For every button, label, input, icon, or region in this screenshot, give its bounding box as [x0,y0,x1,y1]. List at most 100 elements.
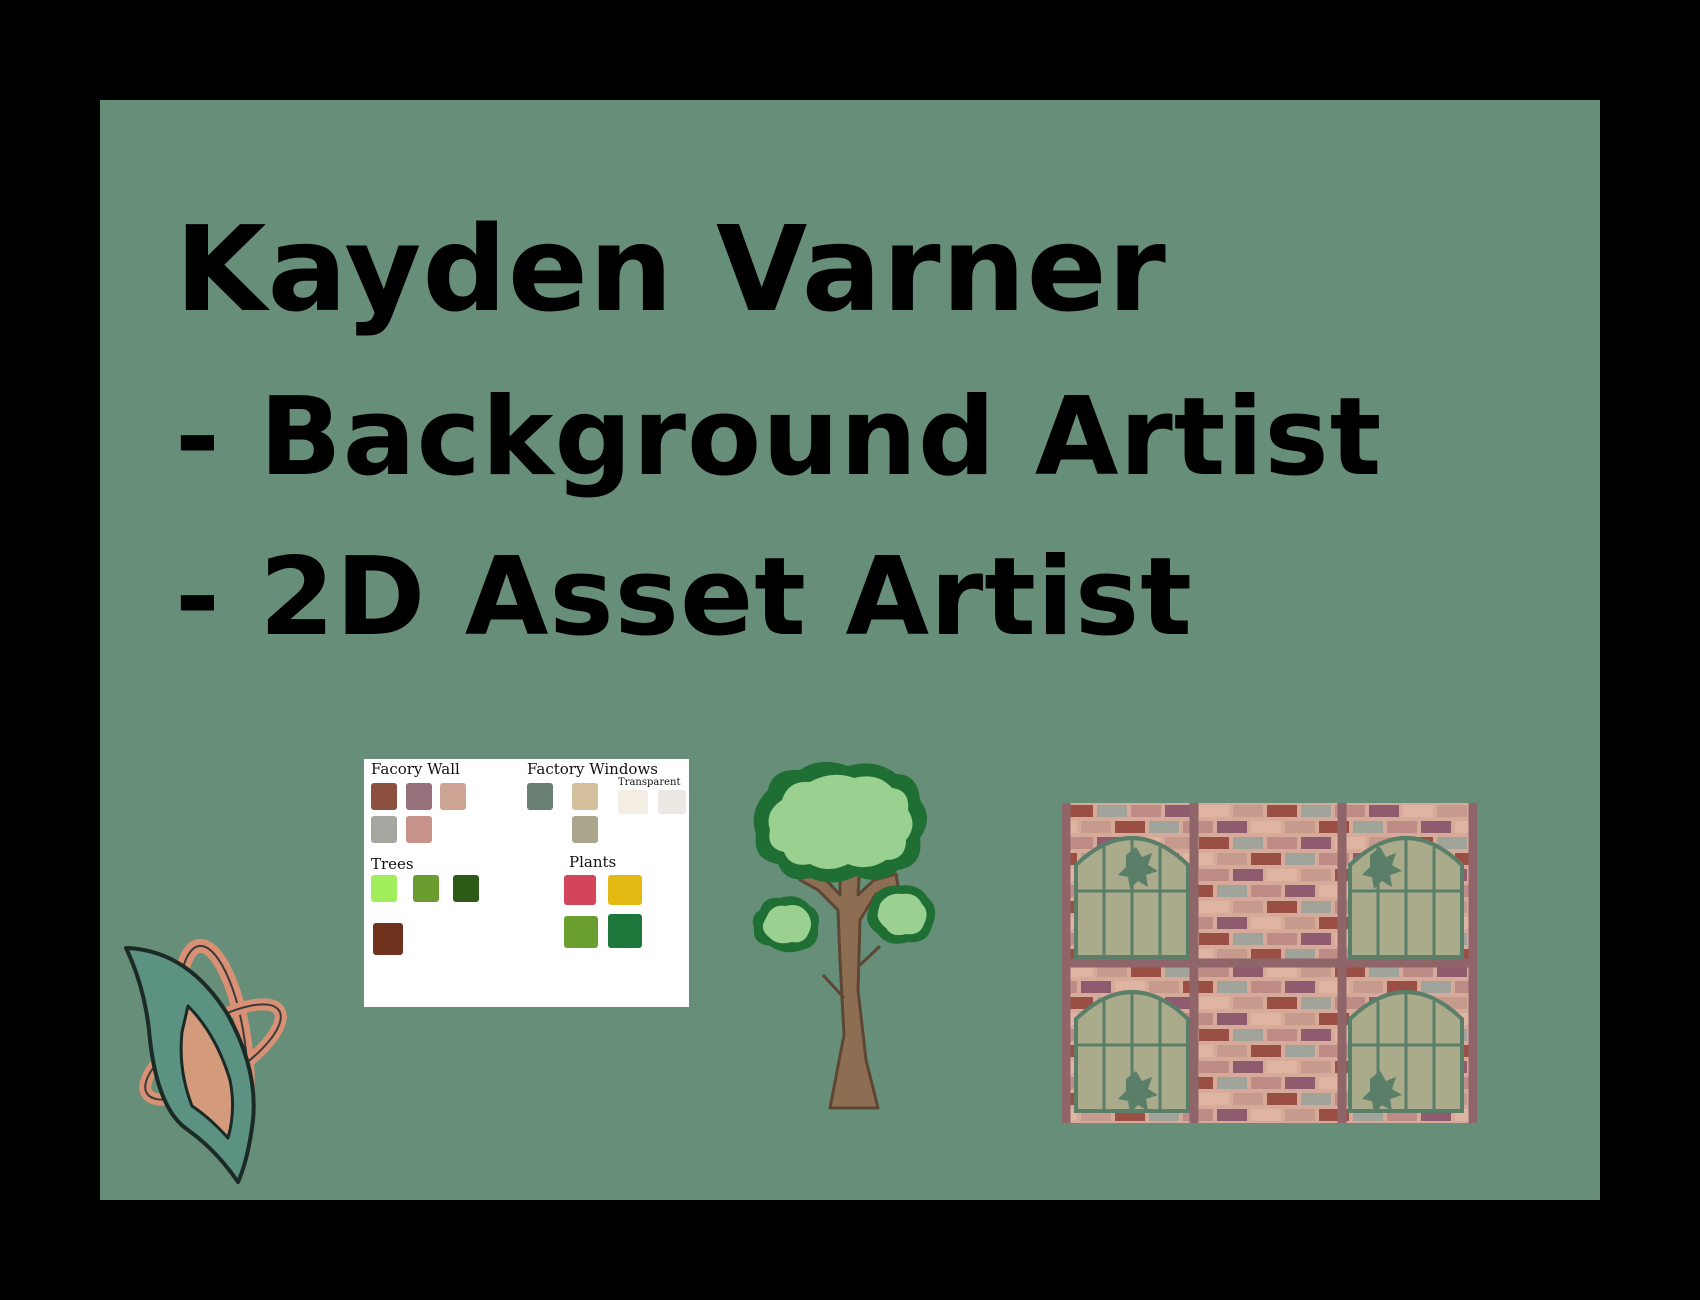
brick [1301,1029,1331,1041]
brick [1285,821,1315,833]
brick [1081,981,1111,993]
brick [1267,1093,1297,1105]
brick [1285,1077,1315,1089]
brick [1199,837,1229,849]
arched-window [1074,990,1190,1113]
brick [1251,981,1281,993]
brick [1217,1013,1247,1025]
brick [1217,917,1247,929]
swatch-tree-2 [413,875,439,902]
role-background-artist: - Background Artist [175,375,1383,500]
brick [1199,869,1229,881]
brick [1251,853,1281,865]
swatch-plant-4 [608,914,642,948]
brick [1233,837,1263,849]
brick [1233,1029,1263,1041]
brick [1267,1061,1297,1073]
swatch-wall-4 [371,816,397,843]
brick [1301,805,1331,817]
brick [1251,917,1281,929]
brick [1353,821,1383,833]
brick [1199,933,1229,945]
palette-label-trees: Trees [371,855,414,873]
brick [1301,1061,1331,1073]
brick [1421,981,1451,993]
swatch-window-2 [572,783,598,810]
brick [1233,1061,1263,1073]
brick [1421,821,1451,833]
brick [1233,997,1263,1009]
palette-label-factory-windows: Factory Windows [527,760,658,778]
brick [1285,885,1315,897]
brick [1353,981,1383,993]
star-blade-logo-icon [124,938,287,1184]
brick [1251,1013,1281,1025]
brick [1267,997,1297,1009]
swatch-tree-1 [371,875,397,902]
arched-window [1348,836,1464,959]
brick [1285,981,1315,993]
swatch-plant-2 [608,875,642,905]
swatch-tree-4 [373,923,403,955]
brick [1081,821,1111,833]
brick [1149,821,1179,833]
brick [1233,805,1263,817]
slide: Kayden Varner - Background Artist - 2D A… [100,100,1600,1200]
tree-icon [752,761,936,1110]
brick [1285,917,1315,929]
arched-window [1348,990,1464,1113]
palette-label-plants: Plants [569,853,617,871]
brick [1301,933,1331,945]
brick [1233,1093,1263,1105]
brick [1199,805,1229,817]
brick [1251,821,1281,833]
brick [1199,901,1229,913]
brick [1285,1045,1315,1057]
brick [1301,901,1331,913]
brick [1301,997,1331,1009]
brick [1217,981,1247,993]
brick [1199,997,1229,1009]
brick [1251,1109,1281,1121]
brick [1301,837,1331,849]
brick [1267,1029,1297,1041]
brick [1233,869,1263,881]
brick [1285,1109,1315,1121]
arched-window [1074,836,1190,959]
swatch-transparent-1 [618,790,648,814]
brick [1199,1093,1229,1105]
brick [1267,901,1297,913]
brick [1301,1093,1331,1105]
brick [1217,885,1247,897]
swatch-tree-3 [453,875,479,902]
brick [1233,901,1263,913]
swatch-wall-2 [406,783,432,810]
brick [1301,869,1331,881]
palette-label-factory-wall: Facory Wall [371,760,460,778]
brick [1285,853,1315,865]
swatch-wall-5 [406,816,432,843]
brick [1131,805,1161,817]
brick [1387,821,1417,833]
artist-name-title: Kayden Varner [175,200,1167,338]
swatch-wall-3 [440,783,466,810]
swatch-window-1 [527,783,553,810]
brick [1217,1045,1247,1057]
brick [1251,1077,1281,1089]
brick [1217,1109,1247,1121]
brick [1285,1013,1315,1025]
brick [1251,885,1281,897]
swatch-wall-1 [371,783,397,810]
brick [1403,805,1433,817]
brick [1217,1077,1247,1089]
swatch-plant-1 [564,875,596,905]
swatch-window-3 [572,816,598,843]
palette-label-transparent: Transparent [618,777,681,788]
brick [1097,805,1127,817]
factory-brick-window-wall [1062,803,1477,1123]
brick [1149,981,1179,993]
brick [1233,933,1263,945]
brick [1251,1045,1281,1057]
brick [1199,1061,1229,1073]
brick [1267,869,1297,881]
